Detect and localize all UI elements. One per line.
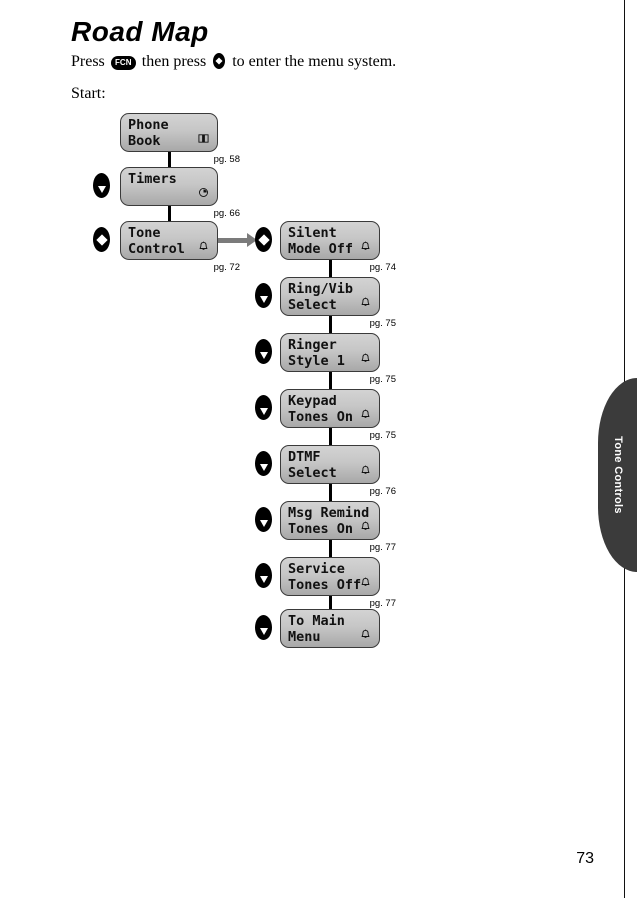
menu-node: Phone Book: [120, 113, 218, 152]
lcd-line-1: Phone: [128, 117, 169, 133]
page-reference: pg. 77: [369, 598, 396, 609]
nav-key-down: [255, 283, 272, 308]
page-reference: pg. 72: [213, 262, 240, 273]
menu-node: Service Tones Off: [280, 557, 380, 596]
lcd-display: Msg Remind Tones On: [288, 505, 372, 537]
nav-key-down-icon: [259, 408, 268, 415]
nav-key-updown-icon: [257, 233, 270, 246]
lcd-display: Keypad Tones On: [288, 393, 372, 425]
flow-connector: [329, 259, 332, 277]
page-reference: pg. 75: [369, 374, 396, 385]
lcd-display: Phone Book: [128, 117, 210, 149]
lcd-display: Tone Control: [128, 225, 210, 257]
nav-key-down-icon: [259, 352, 268, 359]
nav-key-down-icon: [259, 628, 268, 635]
nav-key-down: [255, 339, 272, 364]
bell-icon: [360, 465, 371, 481]
lcd-line-1: Ring/Vib: [288, 281, 354, 297]
manual-page: Road Map Press FCN then press to enter t…: [0, 0, 637, 898]
nav-key-down-icon: [259, 296, 268, 303]
lcd-line-1: Timers: [128, 171, 177, 187]
lcd-display: Timers: [128, 171, 210, 203]
section-thumb-tab-label: Tone Controls: [611, 436, 624, 514]
page-reference: pg. 75: [369, 318, 396, 329]
lcd-line-1: To Main: [288, 613, 345, 629]
bell-icon: [360, 629, 371, 645]
menu-node: Ringer Style 1: [280, 333, 380, 372]
lcd-display: Ringer Style 1: [288, 337, 372, 369]
menu-node: Tone Control: [120, 221, 218, 260]
nav-key-down-icon: [259, 520, 268, 527]
lcd-display: To Main Menu: [288, 613, 372, 645]
branch-arrow-line: [218, 238, 247, 243]
flow-connector: [329, 315, 332, 333]
bell-icon: [360, 241, 371, 257]
menu-node: Msg Remind Tones On: [280, 501, 380, 540]
flow-connector: [329, 539, 332, 557]
nav-key-down-icon: [259, 576, 268, 583]
bell-icon: [198, 241, 209, 257]
flow-connector: [168, 151, 171, 167]
lcd-line-1: Silent: [288, 225, 337, 241]
road-map-flowchart: Phone Book pg. 58 Timers pg. 66 Tone Control p…: [0, 0, 637, 898]
nav-key-down: [255, 395, 272, 420]
lcd-line-1: Keypad: [288, 393, 337, 409]
bell-icon: [360, 409, 371, 425]
lcd-line-1: Msg Remind: [288, 505, 370, 521]
menu-node: Ring/Vib Select: [280, 277, 380, 316]
lcd-line-1: DTMF: [288, 449, 321, 465]
nav-key-up-down: [255, 227, 272, 252]
bell-icon: [360, 521, 371, 537]
nav-key-down: [255, 507, 272, 532]
menu-node: DTMF Select: [280, 445, 380, 484]
bell-icon: [360, 353, 371, 369]
nav-key-down-icon: [259, 464, 268, 471]
menu-node: Keypad Tones On: [280, 389, 380, 428]
book-icon: [198, 133, 209, 149]
page-reference: pg. 66: [213, 208, 240, 219]
flow-connector: [329, 427, 332, 445]
nav-key-down: [93, 173, 110, 198]
flow-connector: [329, 595, 332, 609]
flow-connector: [168, 205, 171, 221]
nav-key-down: [255, 615, 272, 640]
nav-key-updown-icon: [95, 233, 108, 246]
lcd-line-1: Tone: [128, 225, 161, 241]
nav-key-up-down: [93, 227, 110, 252]
page-reference: pg. 74: [369, 262, 396, 273]
flow-connector: [329, 483, 332, 501]
section-thumb-tab: Tone Controls: [598, 378, 637, 572]
page-reference: pg. 77: [369, 542, 396, 553]
menu-node: Silent Mode Off: [280, 221, 380, 260]
lcd-display: Silent Mode Off: [288, 225, 372, 257]
page-reference: pg. 75: [369, 430, 396, 441]
flow-connector: [329, 371, 332, 389]
page-reference: pg. 58: [213, 154, 240, 165]
bell-icon: [360, 577, 371, 593]
bell-icon: [360, 297, 371, 313]
lcd-line-1: Ringer: [288, 337, 337, 353]
menu-node: Timers: [120, 167, 218, 206]
menu-node: To Main Menu: [280, 609, 380, 648]
page-reference: pg. 76: [369, 486, 396, 497]
nav-key-down: [255, 451, 272, 476]
lcd-display: Service Tones Off: [288, 561, 372, 593]
lcd-line-1: Service: [288, 561, 345, 577]
page-number: 73: [576, 850, 594, 867]
lcd-display: DTMF Select: [288, 449, 372, 481]
lcd-display: Ring/Vib Select: [288, 281, 372, 313]
nav-key-down: [255, 563, 272, 588]
clock-icon: [198, 187, 209, 203]
nav-key-down-icon: [97, 186, 106, 193]
